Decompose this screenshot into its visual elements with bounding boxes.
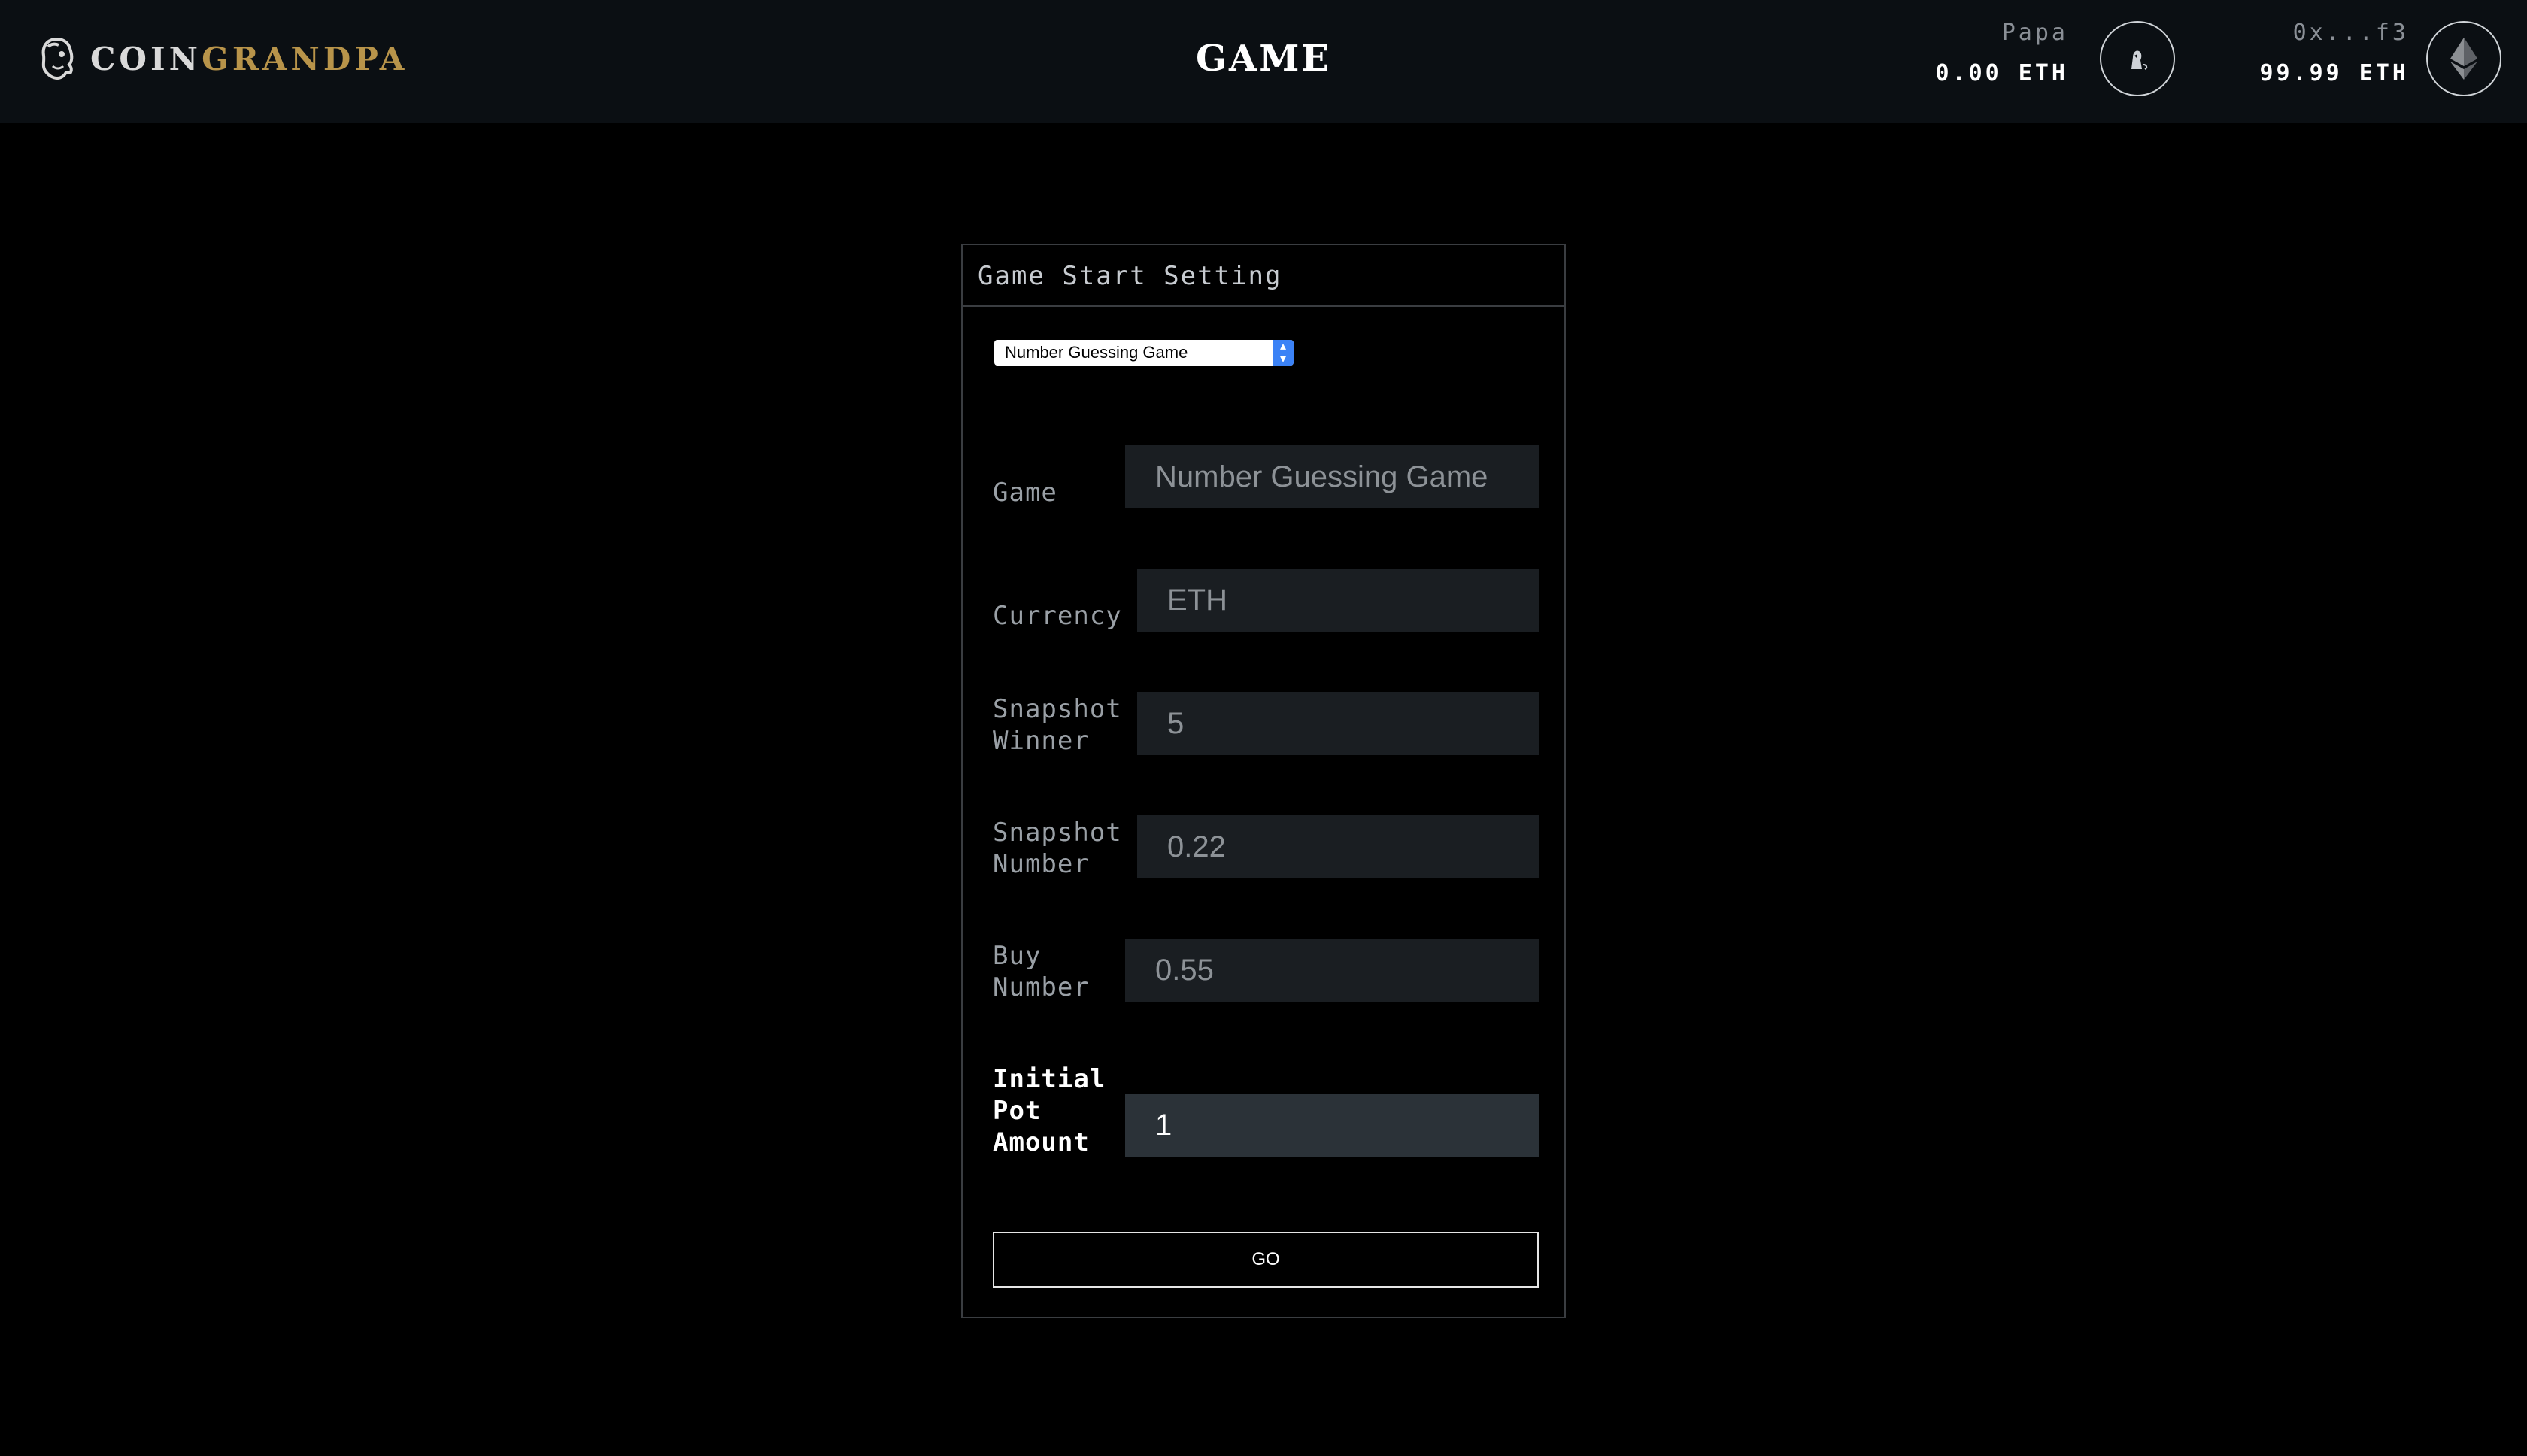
currency-label: Currency	[993, 600, 1122, 632]
snapshot-number-label-line-2: Number	[993, 849, 1090, 879]
page-title: GAME	[1196, 38, 1331, 80]
buy-number-label: Buy Number	[993, 940, 1090, 1003]
wallet-account-info: 0x...f3 99.99 ETH	[2259, 20, 2409, 86]
game-label: Game	[993, 477, 1057, 508]
ethereum-avatar[interactable]	[2426, 21, 2501, 96]
grandpa-face-icon	[41, 37, 74, 80]
go-button[interactable]: GO	[993, 1232, 1539, 1288]
currency-field[interactable]: ETH	[1137, 569, 1539, 632]
wallet-balance: 99.99 ETH	[2259, 60, 2409, 86]
top-header: COINGRANDPA GAME Papa 0.00 ETH 0x...f3 9…	[0, 0, 2527, 123]
buy-number-field[interactable]: 0.55	[1125, 939, 1539, 1002]
currency-label-line: Currency	[993, 601, 1122, 631]
initial-pot-amount-label-line-2: Pot	[993, 1096, 1042, 1126]
select-arrows-icon: ▴ ▾	[1273, 340, 1294, 366]
game-start-setting-panel: Game Start Setting Number Guessing Game …	[961, 244, 1566, 1318]
game-field[interactable]: Number Guessing Game	[1125, 445, 1539, 508]
wallet-address: 0x...f3	[2292, 20, 2409, 46]
snapshot-number-label-line-1: Snapshot	[993, 817, 1122, 848]
snapshot-winner-label-line-1: Snapshot	[993, 694, 1122, 724]
papa-token-avatar[interactable]	[2100, 21, 2175, 96]
logo-text-coin: COIN	[90, 40, 202, 77]
initial-pot-amount-label: Initial Pot Amount	[993, 1063, 1106, 1158]
snapshot-winner-field[interactable]: 5	[1137, 692, 1539, 755]
initial-pot-amount-field[interactable]: 1	[1125, 1094, 1539, 1157]
initial-pot-amount-label-line-1: Initial	[993, 1064, 1106, 1094]
snapshot-winner-label-line-2: Winner	[993, 726, 1090, 756]
initial-pot-amount-label-line-3: Amount	[993, 1127, 1090, 1157]
logo[interactable]: COINGRANDPA	[38, 36, 408, 81]
logo-text: COINGRANDPA	[90, 41, 408, 77]
logo-text-grandpa: GRANDPA	[202, 40, 408, 77]
snapshot-number-label: Snapshot Number	[993, 817, 1122, 880]
game-type-select-value: Number Guessing Game	[1005, 343, 1188, 362]
papa-account-balance: 0.00 ETH	[1935, 60, 2068, 86]
papa-account-name: Papa	[2001, 20, 2068, 46]
game-type-select[interactable]: Number Guessing Game ▴ ▾	[994, 340, 1294, 366]
game-label-line: Game	[993, 478, 1057, 508]
papa-token-icon	[2131, 50, 2148, 70]
buy-number-label-line-2: Number	[993, 972, 1090, 1003]
ethereum-icon	[2450, 38, 2477, 80]
buy-number-label-line-1: Buy	[993, 941, 1042, 971]
panel-title: Game Start Setting	[963, 245, 1564, 307]
snapshot-winner-label: Snapshot Winner	[993, 693, 1122, 757]
papa-account-info: Papa 0.00 ETH	[1936, 20, 2069, 86]
snapshot-number-field[interactable]: 0.22	[1137, 815, 1539, 878]
